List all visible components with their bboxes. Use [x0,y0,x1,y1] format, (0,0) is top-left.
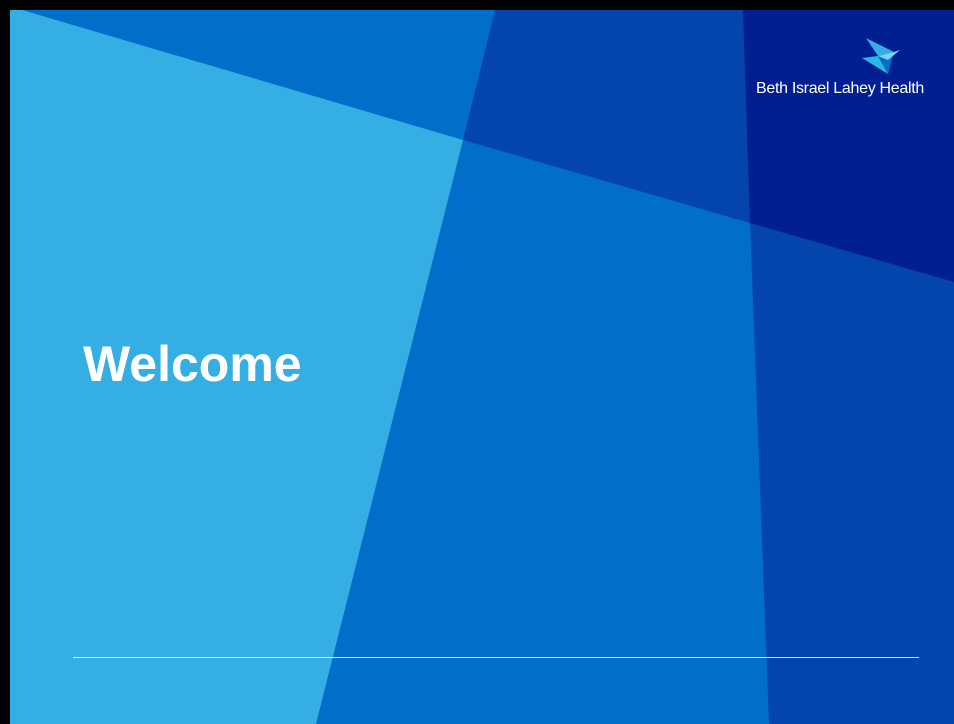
brand-logo: Beth Israel Lahey Health [724,36,924,102]
bg-panel-royal-right [750,223,954,724]
slide: Beth Israel Lahey Health Welcome [0,0,954,724]
slide-title: Welcome [83,336,302,392]
footer-divider [73,657,919,658]
bird-arrow-icon [862,38,900,74]
logo-text: Beth Israel Lahey Health [755,80,924,97]
